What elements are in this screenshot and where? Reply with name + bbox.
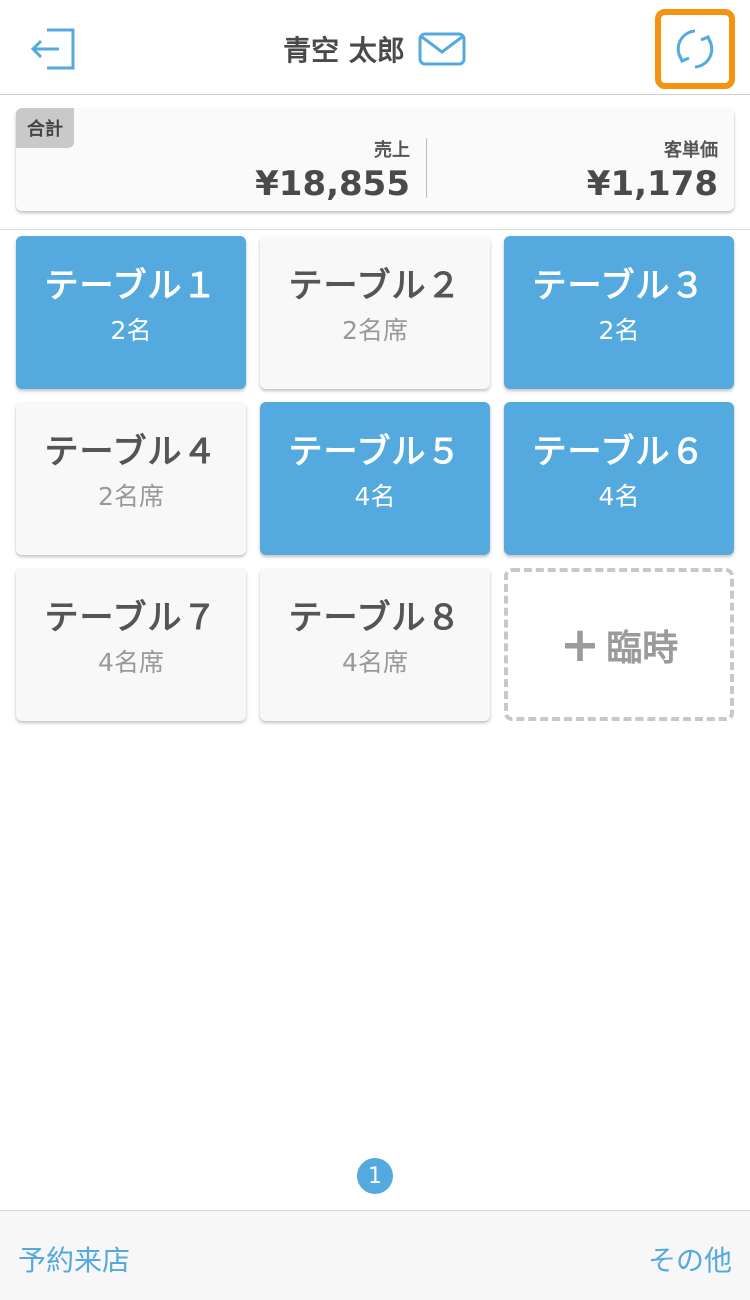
average-stat: 客単価 ¥1,178	[587, 136, 718, 204]
table-name: テーブル１	[44, 266, 218, 306]
footer-bar: 予約来店 その他	[0, 1210, 750, 1300]
table-guests: 2名	[110, 316, 152, 345]
table-name: テーブル２	[288, 266, 462, 306]
table-tile-4[interactable]: テーブル４ 2名席	[16, 402, 246, 555]
refresh-button[interactable]	[655, 9, 735, 89]
table-name: テーブル５	[288, 432, 462, 472]
page-indicator[interactable]: 1	[357, 1158, 393, 1194]
table-tile-7[interactable]: テーブル７ 4名席	[16, 568, 246, 721]
table-guests: 4名	[354, 482, 396, 511]
table-capacity: 4名席	[98, 648, 164, 677]
table-name: テーブル４	[44, 432, 218, 472]
table-name: テーブル６	[532, 432, 706, 472]
table-tile-5[interactable]: テーブル５ 4名	[260, 402, 490, 555]
table-tile-3[interactable]: テーブル３ 2名	[504, 236, 734, 389]
header-bar: 青空 太郎	[0, 0, 750, 95]
average-value: ¥1,178	[586, 164, 718, 204]
table-guests: 4名	[598, 482, 640, 511]
table-capacity: 2名席	[342, 316, 408, 345]
table-name: テーブル８	[288, 598, 462, 638]
summary-card: 合計 売上 ¥18,855 客単価 ¥1,178	[16, 108, 734, 211]
reservation-visit-link[interactable]: 予約来店	[18, 1239, 130, 1279]
table-guests: 2名	[598, 316, 640, 345]
average-label: 客単価	[664, 140, 718, 161]
mail-icon	[418, 32, 466, 66]
table-tile-6[interactable]: テーブル６ 4名	[504, 402, 734, 555]
sales-stat: 売上 ¥18,855	[255, 136, 410, 204]
table-tile-2[interactable]: テーブル２ 2名席	[260, 236, 490, 389]
table-tile-8[interactable]: テーブル８ 4名席	[260, 568, 490, 721]
refresh-icon	[676, 29, 714, 69]
other-link[interactable]: その他	[648, 1239, 732, 1279]
table-name: テーブル３	[532, 266, 706, 306]
add-temporary-label: 臨時	[606, 627, 679, 669]
mail-button[interactable]	[417, 31, 467, 67]
table-capacity: 4名席	[342, 648, 408, 677]
summary-tag: 合計	[16, 108, 74, 148]
plus-icon: +	[559, 616, 601, 673]
sales-label: 売上	[374, 140, 410, 161]
summary-divider	[426, 138, 427, 198]
table-tile-1[interactable]: テーブル１ 2名	[16, 236, 246, 389]
table-capacity: 2名席	[98, 482, 164, 511]
divider	[0, 229, 750, 230]
add-temporary-table-button[interactable]: + 臨時	[504, 568, 734, 721]
header-title-group: 青空 太郎	[0, 24, 750, 74]
page-title: 青空 太郎	[283, 34, 405, 67]
sales-value: ¥18,855	[255, 164, 410, 204]
table-name: テーブル７	[44, 598, 218, 638]
